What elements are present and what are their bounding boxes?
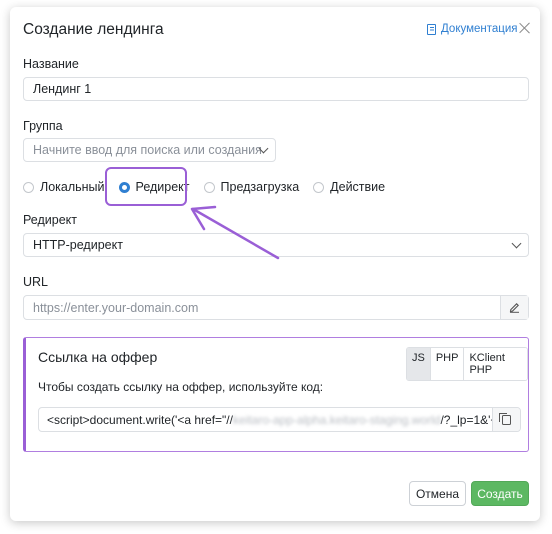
radio-action[interactable]: Действие [313,180,385,194]
tab-php[interactable]: PHP [430,348,465,380]
name-input[interactable]: Лендинг 1 [23,77,529,101]
copy-icon [499,412,511,425]
radio-preload[interactable]: Предзагрузка [203,180,300,194]
group-label: Группа [23,119,63,133]
modal-title: Создание лендинга [23,21,164,38]
name-label: Название [23,57,79,71]
redirect-label: Редирект [23,213,77,227]
code-blurred-domain: keitaro-app-alpha.keitaro-staging.world [232,412,441,427]
documentation-link[interactable]: Документация [427,23,518,35]
radio-label: Действие [330,180,386,194]
close-icon[interactable] [518,21,532,35]
copy-code-button[interactable] [492,408,520,431]
landing-type-radio-group: Локальный Редирект Предзагрузка Действие [23,180,399,194]
code-language-tabs: JS PHP KClient PHP [406,347,528,381]
radio-button[interactable] [203,181,215,193]
code-prefix: <script>document.write('<a href="// [47,412,233,427]
name-input-value: Лендинг 1 [33,82,92,96]
code-suffix: /?_lp=1&'+window [440,412,492,427]
radio-label: Локальный [40,180,105,194]
cancel-button[interactable]: Отмена [409,481,466,506]
offer-code-field[interactable]: <script>document.write('<a href="//keita… [39,408,492,431]
offer-hint: Чтобы создать ссылку на оффер, используй… [38,380,324,394]
url-label: URL [23,275,49,289]
radio-button[interactable] [313,181,325,193]
radio-button[interactable] [23,181,34,193]
tab-js[interactable]: JS [407,348,431,380]
url-input-group: https://enter.your-domain.com [23,295,529,320]
edit-url-button[interactable] [500,296,528,319]
url-input[interactable]: https://enter.your-domain.com [24,296,500,319]
redirect-select[interactable]: HTTP-редирект [23,233,529,257]
redirect-select-value: HTTP-редирект [33,238,123,252]
documentation-link-label: Документация [441,23,518,35]
create-button[interactable]: Создать [471,481,529,506]
offer-code-group: <script>document.write('<a href="//keita… [38,407,521,432]
edit-icon [509,303,519,313]
radio-label: Предзагрузка [220,180,300,194]
chevron-down-icon [511,238,522,249]
group-select[interactable]: Начните ввод для поиска или создания [23,138,276,162]
url-placeholder: https://enter.your-domain.com [33,300,199,315]
create-landing-modal: Создание лендинга Документация Название … [10,7,540,521]
offer-title: Ссылка на оффер [38,349,158,365]
group-select-placeholder: Начните ввод для поиска или создания [33,143,262,157]
document-icon [427,23,436,35]
highlight-box [105,167,187,206]
radio-local[interactable]: Локальный [23,180,105,194]
tab-kclient-php[interactable]: KClient PHP [464,348,527,380]
offer-link-panel: Ссылка на оффер JS PHP KClient PHP Чтобы… [23,337,529,452]
